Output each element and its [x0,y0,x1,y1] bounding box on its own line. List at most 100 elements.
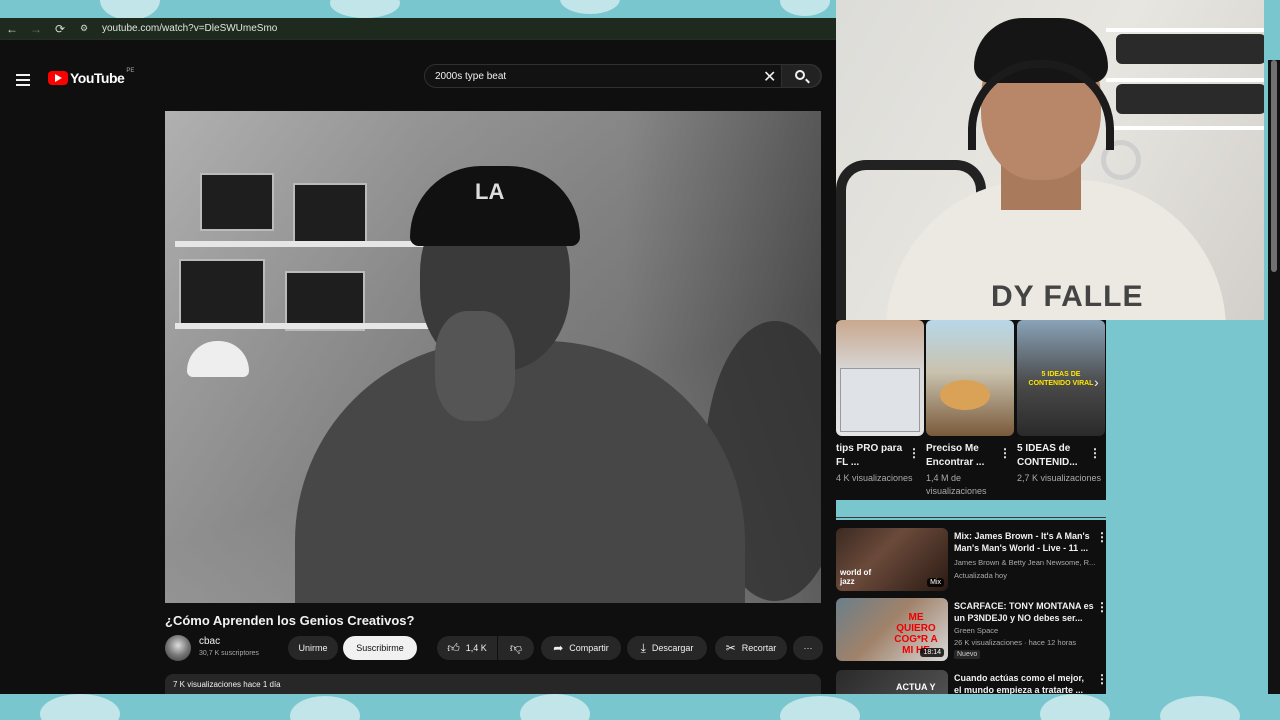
background-flower [1160,696,1240,720]
share-button[interactable]: ➦ Compartir [541,636,621,660]
like-count: 1,4 K [465,643,487,653]
recommendation-item[interactable]: world of jazz Mix Mix: James Brown - It'… [836,528,1106,594]
short-card[interactable]: 5 IDEAS DE CONTENIDO VIRAL 5 IDEAS de CO… [1017,320,1105,485]
clip-label: Recortar [741,643,777,653]
download-button[interactable]: ⤓ Descargar [627,636,707,660]
url-text[interactable]: youtube.com/watch?v=DleSWUmeSmo [102,23,277,34]
subscribe-label: Suscribirme [356,643,404,653]
chevron-right-icon[interactable]: › [1094,374,1099,390]
subscriber-count: 30,7 K suscriptores [199,650,259,657]
search-button[interactable] [781,64,821,88]
youtube-play-icon [48,71,68,85]
short-thumbnail[interactable] [836,320,924,436]
background-flower [290,696,360,720]
mix-badge: Mix [927,578,944,587]
short-overlay-text: 5 IDEAS DE CONTENIDO VIRAL [1028,371,1094,387]
youtube-logo[interactable]: YouTube PE [48,68,135,86]
short-menu-icon[interactable]: ⋮ [999,446,1011,460]
country-code: PE [126,68,135,74]
site-info-icon[interactable]: ⚙ [72,23,96,34]
shorts-shelf: tips PRO para FL ... 4 K visualizaciones… [836,320,1106,500]
search-box[interactable]: 2000s type beat ✕ [424,64,822,88]
wall-frame [200,173,274,231]
subscribe-button[interactable]: Suscribirme [343,636,417,660]
channel-row: cbac 30,7 K suscriptores Unirme Suscribi… [165,633,825,663]
recommendation-item[interactable]: ME QUIERO COG*R A MI HE 18:14 SCARFACE: … [836,598,1106,664]
short-title[interactable]: tips PRO para FL ... [836,442,908,470]
dislike-button[interactable]: 👎︎ [498,636,534,660]
clear-search-icon[interactable]: ✕ [763,67,776,87]
video-duration: 18:14 [920,648,944,657]
search-input[interactable]: 2000s type beat [435,71,506,82]
short-thumbnail[interactable]: 5 IDEAS DE CONTENIDO VIRAL [1017,320,1105,436]
short-menu-icon[interactable]: ⋮ [1089,446,1101,460]
forward-icon[interactable]: → [24,22,48,36]
search-icon [795,70,805,80]
rec-thumbnail[interactable]: ACTUA Y [836,670,948,694]
join-button[interactable]: Unirme [288,636,338,660]
wall-frame [293,183,367,245]
thumb-label: world of jazz [840,568,872,586]
download-icon: ⤓ [640,640,646,655]
short-views: 4 K visualizaciones [836,473,913,483]
clothes-stack [1116,84,1264,114]
background-flower [330,0,400,18]
short-title[interactable]: Preciso Me Encontrar ... [926,442,998,470]
back-icon[interactable]: ← [0,22,24,36]
short-menu-icon[interactable]: ⋮ [908,446,920,460]
reload-icon[interactable]: ⟳ [48,22,72,36]
thumb-label: ACTUA Y [896,682,936,692]
rec-menu-icon[interactable]: ⋮ [1096,600,1106,614]
background-flower [1040,694,1110,720]
join-label: Unirme [298,643,328,653]
short-title[interactable]: 5 IDEAS de CONTENID... [1017,442,1089,470]
youtube-header: YouTube PE 2000s type beat ✕ [0,64,836,104]
views-and-date: 7 K visualizaciones hace 1 día [173,680,281,689]
short-card[interactable]: tips PRO para FL ... 4 K visualizaciones [836,320,924,485]
share-icon: ➦ [553,641,564,655]
webcam-overlay: DY FALLE [836,0,1264,320]
recommendation-item[interactable]: ACTUA Y Cuando actúas como el mejor, el … [836,670,1106,694]
background-flower [40,694,120,720]
download-label: Descargar [651,643,694,653]
shirt-print: DY FALLE [991,280,1144,313]
menu-icon[interactable] [16,74,30,86]
short-views: 1,4 M de visualizaciones [926,473,987,496]
rec-channel[interactable]: Green Space [954,626,998,635]
share-label: Compartir [569,643,609,653]
rec-title[interactable]: Mix: James Brown - It's A Man's Man's Ma… [954,530,1094,554]
person-hand [435,311,515,421]
rec-menu-icon[interactable]: ⋮ [1096,530,1106,544]
rec-thumbnail[interactable]: world of jazz Mix [836,528,948,591]
background-flower [780,0,830,16]
short-card[interactable]: Preciso Me Encontrar ... 1,4 M de visual… [926,320,1014,498]
more-icon: ··· [803,643,813,653]
rec-meta: 26 K visualizaciones · hace 12 horas [954,638,1077,647]
background-flower [520,694,590,720]
more-actions-button[interactable]: ··· [793,636,823,660]
clothes-stack [1116,34,1264,64]
rec-thumbnail[interactable]: ME QUIERO COG*R A MI HE 18:14 [836,598,948,661]
short-thumbnail[interactable] [926,320,1014,436]
channel-avatar[interactable] [165,635,191,661]
clip-button[interactable]: ✂ Recortar [715,636,787,660]
recommendations-list: world of jazz Mix Mix: James Brown - It'… [836,520,1106,694]
rec-menu-icon[interactable]: ⋮ [1096,672,1106,686]
wall-frame [179,259,265,329]
rec-channel[interactable]: James Brown & Betty Jean Newsome, R... [954,558,1095,567]
channel-name[interactable]: cbac [199,636,220,647]
background-flower [780,696,860,720]
scrollbar-thumb[interactable] [1271,60,1277,272]
background-flower [100,0,160,20]
rec-title[interactable]: SCARFACE: TONY MONTANA es un P3NDEJ0 y N… [954,600,1094,624]
divider [836,517,1106,518]
description-box[interactable]: 7 K visualizaciones hace 1 día [165,674,821,694]
rec-title[interactable]: Cuando actúas como el mejor, el mundo em… [954,672,1094,694]
video-player[interactable]: LA [165,111,821,603]
video-title: ¿Cómo Aprenden los Genios Creativos? [165,613,415,628]
like-button[interactable]: 👍︎ 1,4 K [437,636,497,660]
wall-frame [285,271,365,331]
thumbs-down-icon: 👎︎ [509,640,523,655]
daw-screen [840,368,920,432]
cap-logo: LA [475,179,505,204]
